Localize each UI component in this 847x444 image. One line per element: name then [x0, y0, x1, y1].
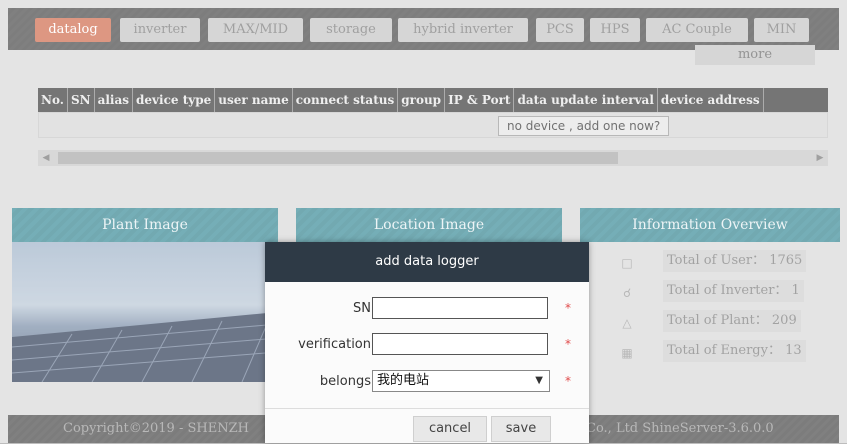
cancel-button[interactable]: cancel [413, 416, 487, 442]
verification-row: verification * [265, 333, 589, 359]
sn-input[interactable] [372, 297, 548, 319]
add-data-logger-dialog: add data logger SN * verification * belo… [265, 242, 589, 443]
dialog-footer: cancel save [265, 408, 589, 444]
belongs-required-mark: * [565, 374, 571, 388]
dialog-title: add data logger [265, 242, 589, 282]
belongs-selected-value: 我的电站 [377, 373, 430, 388]
dropdown-caret-icon: ▼ [535, 375, 543, 386]
belongs-label: belongs [319, 374, 371, 389]
save-button[interactable]: save [491, 416, 551, 442]
sn-label: SN [353, 301, 371, 316]
verification-required-mark: * [565, 337, 571, 351]
verification-input[interactable] [372, 333, 548, 355]
belongs-select[interactable]: 我的电站 ▼ [372, 370, 550, 392]
sn-row: SN * [265, 297, 589, 323]
verification-label: verification [298, 337, 371, 352]
belongs-row: belongs 我的电站 ▼ * [265, 370, 589, 396]
sn-required-mark: * [565, 301, 571, 315]
